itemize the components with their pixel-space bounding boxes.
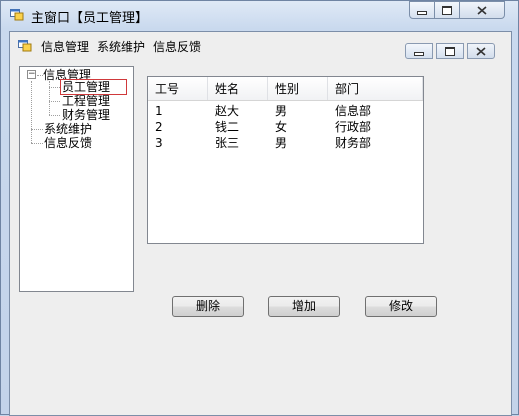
edit-button[interactable]: 修改	[365, 296, 437, 317]
maximize-icon	[442, 5, 452, 15]
child-minimize-button[interactable]	[405, 43, 433, 59]
window-title: 主窗口【员工管理】	[31, 11, 149, 26]
cell-department: 财务部	[335, 136, 372, 150]
delete-button[interactable]: 删除	[172, 296, 244, 317]
maximize-button[interactable]	[434, 1, 460, 19]
menu-info-feedback[interactable]: 信息反馈	[153, 38, 201, 55]
tree-node-system-maintenance[interactable]: 系统维护	[44, 122, 92, 136]
close-button[interactable]	[459, 1, 505, 19]
child-close-button[interactable]	[467, 43, 495, 59]
menu-bar: 信息管理 系统维护 信息反馈	[10, 34, 511, 59]
minimize-icon	[417, 11, 427, 15]
collapse-icon[interactable]: −	[27, 70, 36, 79]
minimize-button[interactable]	[409, 1, 435, 19]
cell-department: 信息部	[335, 104, 372, 118]
title-bar[interactable]: 主窗口【员工管理】	[1, 1, 518, 29]
cell-id: 1	[155, 104, 163, 118]
table-row[interactable]: 3 张三 男 财务部	[148, 135, 423, 151]
app-window-icon	[10, 9, 24, 21]
tree-connector	[49, 115, 60, 116]
cell-gender: 男	[275, 104, 288, 118]
close-icon	[476, 46, 486, 56]
tree-connector	[31, 81, 32, 143]
child-maximize-button[interactable]	[436, 43, 464, 59]
column-header-gender[interactable]: 性别	[268, 77, 328, 100]
employee-list-view[interactable]: 工号 姓名 性别 部门 1 赵大 男 信息部 2 钱二 女 行政部 3 张三 男	[147, 76, 424, 244]
cell-name: 钱二	[215, 120, 240, 134]
restore-icon	[445, 46, 455, 56]
cell-gender: 女	[275, 120, 288, 134]
column-header-department[interactable]: 部门	[328, 77, 423, 100]
menu-system-maintenance[interactable]: 系统维护	[97, 38, 145, 55]
tree-node-finance-management[interactable]: 财务管理	[62, 108, 110, 122]
cell-id: 3	[155, 136, 163, 150]
add-button[interactable]: 增加	[268, 296, 340, 317]
tree-connector	[49, 101, 60, 102]
column-header-name[interactable]: 姓名	[208, 77, 268, 100]
cell-name: 张三	[215, 136, 240, 150]
tree-view[interactable]: − 信息管理 员工管理 工程管理 财务管理 系统维护 信息反馈	[19, 66, 134, 292]
main-window: 主窗口【员工管理】 信息管理 系统维护 信息反馈 − 信息管理 员工管理 工程管…	[0, 0, 519, 416]
cell-department: 行政部	[335, 120, 372, 134]
cell-gender: 男	[275, 136, 288, 150]
cell-name: 赵大	[215, 104, 240, 118]
minimize-icon	[414, 52, 424, 56]
tree-node-employee-management[interactable]: 员工管理	[59, 79, 128, 95]
tree-connector	[49, 87, 60, 88]
table-row[interactable]: 1 赵大 男 信息部	[148, 103, 423, 119]
tree-connector	[31, 129, 43, 130]
column-header-id[interactable]: 工号	[148, 77, 208, 100]
tree-connector	[31, 143, 43, 144]
tree-node-info-feedback[interactable]: 信息反馈	[44, 136, 92, 150]
close-icon	[477, 5, 487, 15]
tree-node-project-management[interactable]: 工程管理	[62, 94, 110, 108]
menu-info-management[interactable]: 信息管理	[41, 38, 89, 55]
mdi-client-area: 信息管理 系统维护 信息反馈 − 信息管理 员工管理 工程管理 财务管理 系统维…	[9, 31, 512, 416]
list-header: 工号 姓名 性别 部门	[148, 77, 423, 101]
child-window-icon	[18, 40, 32, 52]
table-row[interactable]: 2 钱二 女 行政部	[148, 119, 423, 135]
cell-id: 2	[155, 120, 163, 134]
